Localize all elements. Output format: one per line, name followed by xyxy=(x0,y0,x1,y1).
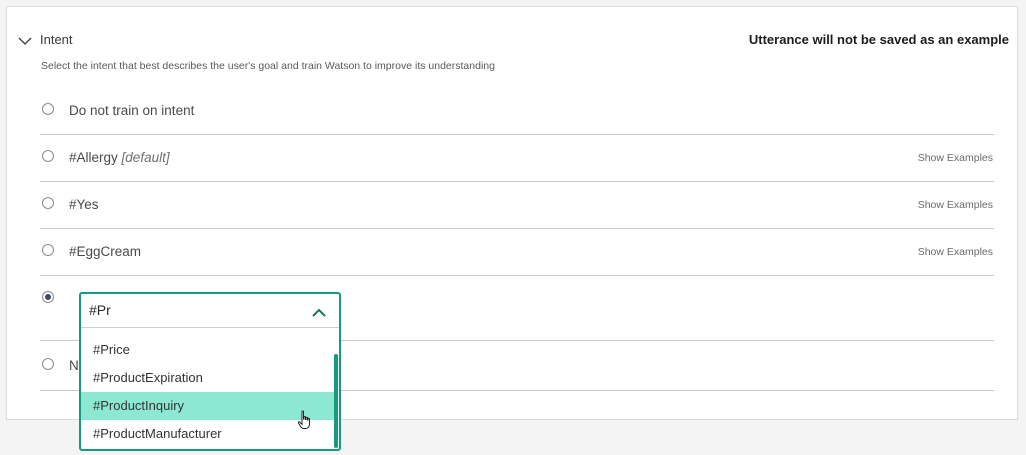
combobox-options: #Price #ProductExpiration #ProductInquir… xyxy=(81,336,339,448)
intent-section-toggle[interactable]: Intent xyxy=(16,32,73,47)
intent-row[interactable]: #Allergy [default] Show Examples xyxy=(40,135,994,182)
chevron-up-icon[interactable] xyxy=(311,305,327,317)
radio-button[interactable] xyxy=(42,197,54,209)
section-title: Intent xyxy=(40,32,73,47)
intent-label: N xyxy=(69,358,79,373)
option-item[interactable]: #Price xyxy=(81,336,339,364)
default-tag: [default] xyxy=(121,150,170,165)
section-description: Select the intent that best describes th… xyxy=(41,60,495,72)
radio-button[interactable] xyxy=(42,150,54,162)
radio-button[interactable] xyxy=(42,244,54,256)
radio-button[interactable] xyxy=(42,103,54,115)
show-examples-link[interactable]: Show Examples xyxy=(918,152,993,164)
show-examples-link[interactable]: Show Examples xyxy=(918,246,993,258)
intent-search-input[interactable] xyxy=(89,300,289,320)
intent-label: #Allergy [default] xyxy=(69,150,170,165)
intent-row[interactable]: #EggCream Show Examples xyxy=(40,229,994,276)
radio-button-selected[interactable] xyxy=(42,291,54,303)
radio-button[interactable] xyxy=(42,358,54,370)
combobox-input-area[interactable] xyxy=(81,294,339,328)
utterance-note: Utterance will not be saved as an exampl… xyxy=(748,32,1009,47)
options-scrollbar[interactable] xyxy=(334,354,338,448)
intent-label: Do not train on intent xyxy=(69,103,195,118)
intent-row[interactable]: #Yes Show Examples xyxy=(40,182,994,229)
hand-pointer-icon xyxy=(297,410,313,430)
intent-row[interactable]: Do not train on intent xyxy=(40,88,994,135)
intent-label: #Yes xyxy=(69,197,99,212)
intent-label: #EggCream xyxy=(69,244,142,259)
show-examples-link[interactable]: Show Examples xyxy=(918,199,993,211)
option-item[interactable]: #ProductExpiration xyxy=(81,364,339,392)
chevron-down-icon xyxy=(16,34,34,46)
